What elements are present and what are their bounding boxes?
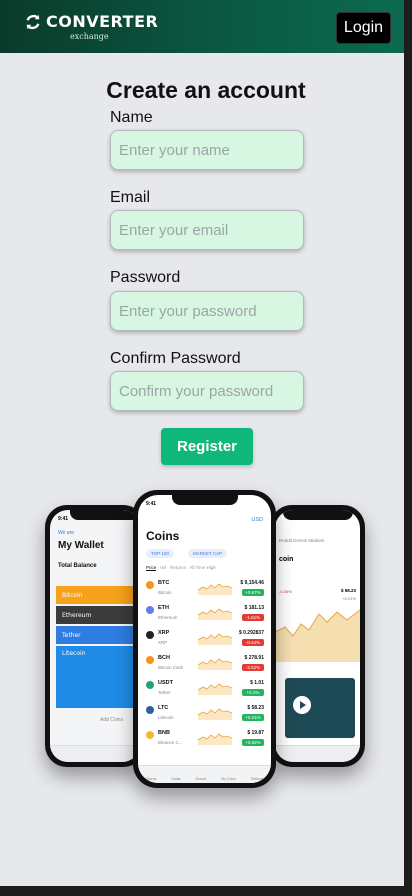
coin-row[interactable]: BTC Bitcoin $ 9,154.46 +0.67% [146,579,264,603]
coin-symbol: BNB [158,730,170,736]
phone-left-total: Total Balance [58,563,97,569]
phone-right-price: $ 58.23 [340,588,356,593]
phone-center-tabbar: Tokens Coins Search My Coins Settings [138,765,271,783]
coin-change-badge: +0.82% [242,739,264,746]
phone-right-chg2: +0.21% [342,596,356,601]
coin-change-badge: +0.67% [242,589,264,596]
coin-icon [146,581,154,589]
phone-center-tabs: Price Vol Returns All Time High [146,565,216,571]
phone-left-add: Add Coins [100,717,124,723]
coin-sparkline [198,733,232,745]
coin-symbol: USDT [158,680,173,686]
header-bar: CONVERTER exchange Login [0,0,404,53]
coin-price: $ 1.01 [250,680,264,686]
coin-name: Bitcoin [158,590,172,595]
coin-symbol: LTC [158,705,169,711]
email-label: Email [110,189,151,206]
phone-center-currency: USD [251,517,263,523]
coin-change-badge: -2.52% [242,664,264,671]
coin-symbol: BCH [158,655,170,661]
coin-price: $ 19.87 [247,730,264,736]
page: CONVERTER exchange Login Create an accou… [0,0,404,886]
coin-name: Ethereum [158,615,178,620]
coin-change-badge: -0.44% [242,639,264,646]
coin-change-badge: +0.2% [242,689,264,696]
coin-row[interactable]: BNB Binance C... $ 19.87 +0.82% [146,729,264,753]
confirm-password-input[interactable]: Confirm your password [110,371,304,411]
coin-symbol: BTC [158,580,170,586]
password-input[interactable]: Enter your password [110,291,304,331]
coin-row[interactable]: XRP XRP $ 0.292837 -0.44% [146,629,264,653]
coin-row[interactable]: LTC Litecoin $ 58.23 +0.21% [146,704,264,728]
password-label: Password [110,269,181,286]
coin-price: $ 278.91 [244,655,264,661]
phone-right-tabbar [275,745,360,762]
phone-right-tabs: Reddit Events Markets [279,538,325,543]
coin-sparkline [198,708,232,720]
coin-price: $ 58.23 [247,705,264,711]
phone-right-area-chart [275,609,360,662]
coin-sparkline [198,633,232,645]
refresh-arrows-icon [26,14,40,29]
coin-price: $ 181.13 [244,605,264,611]
phone-left-time: 9:41 [58,516,69,522]
coin-row[interactable]: BCH Bitcoin Cash $ 278.91 -2.52% [146,654,264,678]
coin-icon [146,731,154,739]
chip-market-cap: MARKET CAP [188,549,228,558]
coin-symbol: ETH [158,605,169,611]
coin-icon [146,606,154,614]
phone-left: 9:41 We are My Wallet Total Balance Bitc… [45,505,145,767]
phone-right-title: coin [279,556,294,563]
phone-center-time: 9:41 [146,501,157,507]
coin-sparkline [198,583,232,595]
brand-logo[interactable]: CONVERTER exchange [24,12,159,41]
coin-name: Tether [158,690,171,695]
register-button[interactable]: Register [161,428,253,465]
coin-icon [146,681,154,689]
wallet-card-litecoin: Litecoin [56,646,136,708]
play-icon [293,696,311,714]
login-button[interactable]: Login [336,12,391,44]
coin-icon [146,656,154,664]
name-label: Name [110,109,153,126]
coin-sparkline [198,608,232,620]
coin-change-badge: -1.61% [242,614,264,621]
phone-right: Reddit Events Markets coin -0.35% $ 58.2… [270,505,365,767]
confirm-password-label: Confirm Password [110,350,241,367]
coin-symbol: XRP [158,630,170,636]
page-title: Create an account [106,77,306,103]
phone-left-we-are: We are [58,530,75,536]
coin-row[interactable]: ETH Ethereum $ 181.13 -1.61% [146,604,264,628]
chip-top100: TOP 100 [146,549,174,558]
phone-right-video-thumb [285,678,355,738]
coin-price: $ 9,154.46 [240,580,264,586]
coin-price: $ 0.292837 [238,630,264,636]
brand-subtitle: exchange [70,32,109,41]
coin-row[interactable]: USDT Tether $ 1.01 +0.2% [146,679,264,703]
coin-sparkline [198,683,232,695]
coin-change-badge: +0.21% [242,714,264,721]
phone-right-chg1: -0.35% [279,589,292,594]
coin-name: Litecoin [158,715,174,720]
wallet-card-ethereum: Ethereum [56,606,136,624]
coin-sparkline [198,658,232,670]
phone-left-tabbar [50,745,140,762]
coin-name: Binance C... [158,740,183,745]
phone-center-title: Coins [146,529,180,543]
coin-icon [146,631,154,639]
coin-name: XRP [158,640,168,645]
phone-center: 9:41 USD Coins TOP 100 MARKET CAP Price … [133,490,276,788]
coin-icon [146,706,154,714]
email-input[interactable]: Enter your email [110,210,304,250]
phone-left-title: My Wallet [58,540,104,551]
wallet-card-bitcoin: Bitcoin [56,586,136,604]
coin-name: Bitcoin Cash [158,665,184,670]
name-input[interactable]: Enter your name [110,130,304,170]
brand-title: CONVERTER [46,12,159,31]
wallet-card-tether: Tether [56,626,136,644]
